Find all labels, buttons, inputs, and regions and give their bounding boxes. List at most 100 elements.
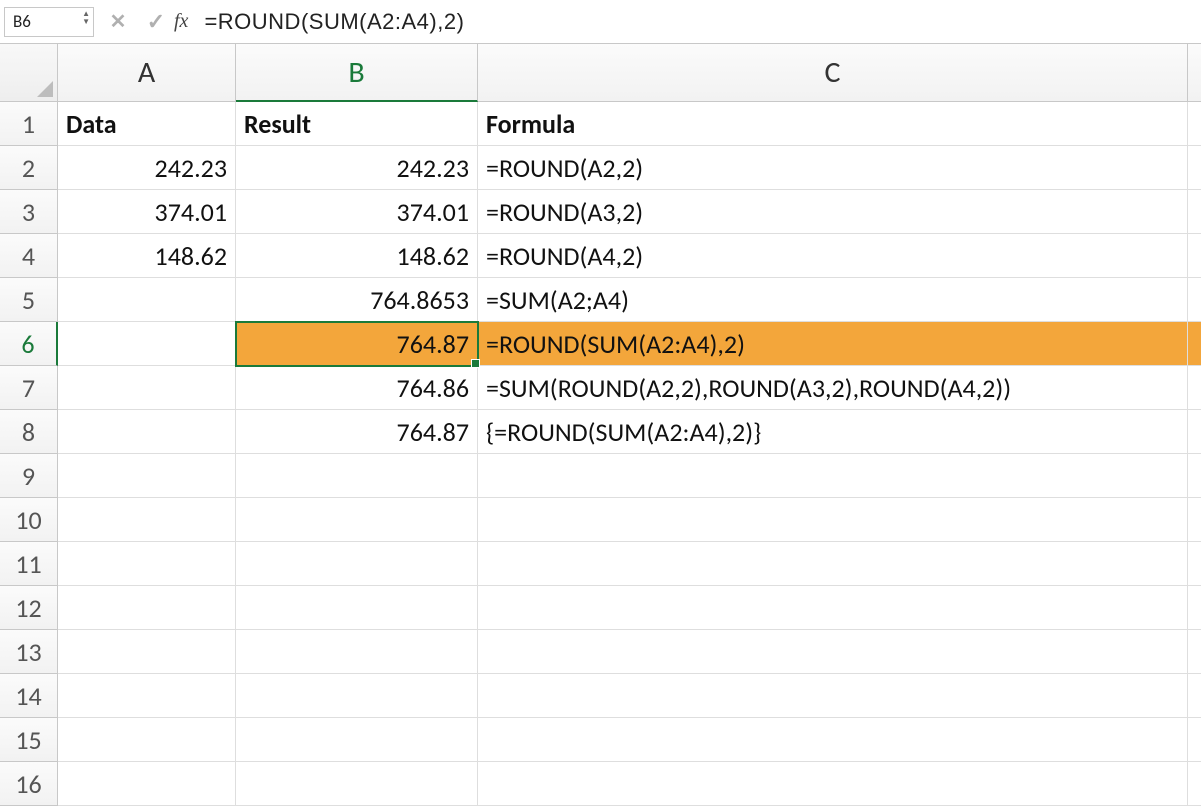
cell-a9[interactable] [58,454,236,498]
table-row [58,454,1201,498]
cell-b4[interactable]: 148.62 [236,234,478,278]
row-header-12[interactable]: 12 [0,586,58,630]
column-header-a[interactable]: A [58,44,236,102]
cell-c1[interactable]: Formula [478,102,1188,146]
select-all-corner[interactable] [0,44,58,102]
row-header-13[interactable]: 13 [0,630,58,674]
row-headers: 12345678910111213141516 [0,102,58,806]
cell-b11[interactable] [236,542,478,586]
cell-a5[interactable] [58,278,236,322]
cell-c8[interactable]: {=ROUND(SUM(A2:A4),2)} [478,410,1188,454]
cell-d15[interactable] [1188,718,1201,762]
cell-b8[interactable]: 764.87 [236,410,478,454]
cell-b7[interactable]: 764.86 [236,366,478,410]
cell-c2[interactable]: =ROUND(A2,2) [478,146,1188,190]
cell-c6[interactable]: =ROUND(SUM(A2:A4),2) [478,322,1188,366]
cell-b14[interactable] [236,674,478,718]
cell-c10[interactable] [478,498,1188,542]
cell-c11[interactable] [478,542,1188,586]
cell-d6[interactable] [1188,322,1201,366]
cell-a11[interactable] [58,542,236,586]
formula-input[interactable] [198,7,1197,37]
cell-a8[interactable] [58,410,236,454]
cell-a3[interactable]: 374.01 [58,190,236,234]
cell-c13[interactable] [478,630,1188,674]
row-header-11[interactable]: 11 [0,542,58,586]
cell-b5[interactable]: 764.8653 [236,278,478,322]
cell-c16[interactable] [478,762,1188,806]
cell-d14[interactable] [1188,674,1201,718]
fx-label[interactable]: fx [174,10,188,33]
column-header-c[interactable]: C [478,44,1188,102]
cell-b15[interactable] [236,718,478,762]
cell-c7[interactable]: =SUM(ROUND(A2,2),ROUND(A3,2),ROUND(A4,2)… [478,366,1188,410]
cell-c4[interactable]: =ROUND(A4,2) [478,234,1188,278]
accept-formula-button[interactable]: ✓ [142,7,170,37]
table-row: 764.86=SUM(ROUND(A2,2),ROUND(A3,2),ROUND… [58,366,1201,410]
cell-b6[interactable]: 764.87 [236,322,478,366]
row-header-10[interactable]: 10 [0,498,58,542]
row-header-2[interactable]: 2 [0,146,58,190]
cell-b16[interactable] [236,762,478,806]
row-header-1[interactable]: 1 [0,102,58,146]
cell-b3[interactable]: 374.01 [236,190,478,234]
cell-c9[interactable] [478,454,1188,498]
name-box-stepper[interactable]: ▲ ▼ [82,10,90,26]
table-row [58,586,1201,630]
table-row: 764.87{=ROUND(SUM(A2:A4),2)} [58,410,1201,454]
table-row: 242.23242.23=ROUND(A2,2) [58,146,1201,190]
cell-d5[interactable] [1188,278,1201,322]
cell-d13[interactable] [1188,630,1201,674]
cell-a7[interactable] [58,366,236,410]
cell-a12[interactable] [58,586,236,630]
row-header-14[interactable]: 14 [0,674,58,718]
cell-d3[interactable] [1188,190,1201,234]
cell-a16[interactable] [58,762,236,806]
row-header-7[interactable]: 7 [0,366,58,410]
name-box-value: B6 [13,11,31,32]
row-header-15[interactable]: 15 [0,718,58,762]
row-header-6[interactable]: 6 [0,322,58,366]
row-header-8[interactable]: 8 [0,410,58,454]
cell-b10[interactable] [236,498,478,542]
cell-c14[interactable] [478,674,1188,718]
table-row [58,498,1201,542]
cell-b2[interactable]: 242.23 [236,146,478,190]
cell-d16[interactable] [1188,762,1201,806]
cell-d10[interactable] [1188,498,1201,542]
cell-a2[interactable]: 242.23 [58,146,236,190]
cell-c5[interactable]: =SUM(A2;A4) [478,278,1188,322]
cell-a13[interactable] [58,630,236,674]
cell-b12[interactable] [236,586,478,630]
cell-b13[interactable] [236,630,478,674]
cell-d8[interactable] [1188,410,1201,454]
row-header-16[interactable]: 16 [0,762,58,806]
cell-c12[interactable] [478,586,1188,630]
cell-d7[interactable] [1188,366,1201,410]
cell-d2[interactable] [1188,146,1201,190]
row-header-9[interactable]: 9 [0,454,58,498]
cell-a1[interactable]: Data [58,102,236,146]
row-header-4[interactable]: 4 [0,234,58,278]
cell-b1[interactable]: Result [236,102,478,146]
cell-a10[interactable] [58,498,236,542]
cell-b9[interactable] [236,454,478,498]
row-header-5[interactable]: 5 [0,278,58,322]
cell-d9[interactable] [1188,454,1201,498]
cell-a6[interactable] [58,322,236,366]
column-header-b[interactable]: B [236,44,478,102]
cell-d11[interactable] [1188,542,1201,586]
cell-c15[interactable] [478,718,1188,762]
cell-d1[interactable] [1188,102,1201,146]
name-box[interactable]: B6 ▲ ▼ [4,7,94,37]
table-row: 764.8653=SUM(A2;A4) [58,278,1201,322]
cell-d12[interactable] [1188,586,1201,630]
cell-a14[interactable] [58,674,236,718]
cancel-formula-button[interactable]: ✕ [104,7,132,37]
cell-a15[interactable] [58,718,236,762]
column-header-extra[interactable] [1188,44,1201,102]
cell-c3[interactable]: =ROUND(A3,2) [478,190,1188,234]
cell-d4[interactable] [1188,234,1201,278]
cell-a4[interactable]: 148.62 [58,234,236,278]
row-header-3[interactable]: 3 [0,190,58,234]
